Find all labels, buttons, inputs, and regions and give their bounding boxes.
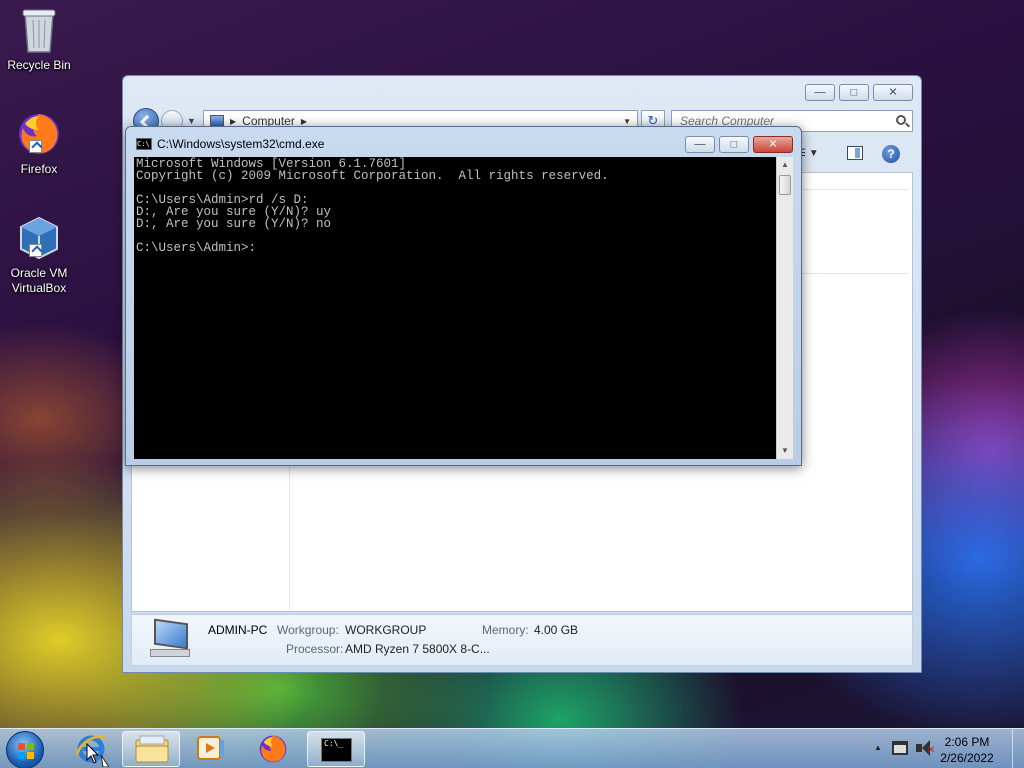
minimize-button[interactable]: — (685, 136, 715, 153)
content-divider (800, 189, 908, 190)
maximize-icon: □ (730, 138, 738, 150)
close-button[interactable]: ✕ (753, 136, 793, 153)
breadcrumb-separator-icon[interactable]: ▶ (301, 117, 307, 126)
network-icon[interactable] (892, 741, 908, 755)
shortcut-arrow-icon (29, 244, 42, 257)
memory-value: 4.00 GB (534, 623, 579, 637)
desktop-icon-label-line1: Oracle VM (10, 266, 68, 280)
minimize-button[interactable]: — (805, 84, 835, 101)
mouse-cursor-icon (86, 743, 100, 764)
recent-pages-dropdown-icon[interactable]: ▼ (187, 116, 196, 126)
taskbar-media-player[interactable] (182, 731, 240, 767)
explorer-window-controls: — □ ✕ (805, 84, 913, 101)
taskbar-command-prompt[interactable]: C:\_ (307, 731, 365, 767)
processor-label: Processor: (286, 642, 344, 656)
media-player-icon (197, 736, 224, 760)
cmd-icon: C:\ (136, 138, 152, 150)
folder-icon (135, 735, 169, 763)
processor-value: AMD Ryzen 7 5800X 8-C... (345, 642, 490, 656)
console-prompt-line: C:\Users\Admin>: (136, 241, 257, 255)
desktop-icon-virtualbox[interactable]: Oracle VM VirtualBox (1, 214, 77, 296)
console-line: Copyright (c) 2009 Microsoft Corporation… (136, 169, 609, 183)
breadcrumb-separator-icon[interactable]: ▶ (230, 117, 236, 126)
windows-logo-icon (18, 743, 34, 759)
search-icon[interactable] (896, 115, 906, 125)
cmd-window[interactable]: C:\ C:\Windows\system32\cmd.exe — □ ✕ Mi… (125, 126, 802, 466)
preview-pane-icon[interactable] (847, 146, 863, 160)
help-icon[interactable]: ? (882, 145, 900, 163)
close-icon: ✕ (768, 138, 778, 150)
computer-name: ADMIN-PC (208, 623, 268, 637)
scrollbar-thumb[interactable] (779, 175, 791, 195)
close-icon: ✕ (888, 86, 898, 98)
show-hidden-icons-icon[interactable]: ▲ (874, 743, 882, 752)
taskbar-firefox[interactable] (244, 731, 302, 767)
firefox-icon (259, 735, 287, 763)
console-output[interactable]: Microsoft Windows [Version 6.1.7601] Cop… (134, 157, 776, 459)
address-dropdown-icon[interactable]: ▼ (623, 117, 631, 126)
command-prompt-icon: C:\_ (321, 738, 352, 762)
maximize-button[interactable]: □ (839, 84, 869, 101)
firefox-icon (15, 110, 63, 158)
desktop-icon-label: Firefox (20, 162, 58, 176)
desktop-icon-label-line2: VirtualBox (11, 281, 67, 295)
workgroup-value: WORKGROUP (345, 623, 427, 637)
content-divider (800, 273, 908, 274)
desktop-icon-firefox[interactable]: Firefox (1, 110, 77, 177)
desktop-icon-recycle-bin[interactable]: Recycle Bin (1, 6, 77, 73)
workgroup-label: Workgroup: (277, 623, 339, 637)
virtualbox-icon (15, 214, 63, 262)
window-title: C:\Windows\system32\cmd.exe (157, 137, 325, 151)
console-line: D:, Are you sure (Y/N)? no (136, 217, 332, 231)
system-tray: ▲ ✕ 2:06 PM 2/26/2022 (864, 729, 1024, 768)
details-pane: ADMIN-PC Workgroup: WORKGROUP Memory: 4.… (131, 614, 913, 666)
close-button[interactable]: ✕ (873, 84, 913, 101)
computer-icon (148, 618, 192, 661)
start-button[interactable] (6, 731, 44, 768)
desktop-icon-label: Recycle Bin (7, 58, 71, 72)
clock[interactable]: 2:06 PM 2/26/2022 (932, 734, 1002, 766)
shortcut-arrow-icon (29, 140, 42, 153)
show-desktop-button[interactable] (1012, 729, 1024, 768)
taskbar-windows-explorer[interactable] (122, 731, 180, 767)
minimize-icon: — (814, 86, 826, 98)
maximize-button[interactable]: □ (719, 136, 749, 153)
vertical-scrollbar[interactable]: ▲ ▼ (776, 157, 793, 459)
clock-date: 2/26/2022 (940, 751, 994, 765)
minimize-icon: — (694, 138, 706, 150)
taskbar: C:\_ ▲ ✕ 2:06 PM 2/26/2022 (0, 728, 1024, 768)
cmd-window-controls: — □ ✕ (685, 136, 793, 153)
clock-time: 2:06 PM (944, 735, 990, 749)
scroll-down-icon[interactable]: ▼ (777, 443, 793, 459)
maximize-icon: □ (850, 86, 858, 98)
memory-label: Memory: (482, 623, 529, 637)
recycle-bin-icon (22, 9, 56, 53)
scroll-up-icon[interactable]: ▲ (777, 157, 793, 173)
